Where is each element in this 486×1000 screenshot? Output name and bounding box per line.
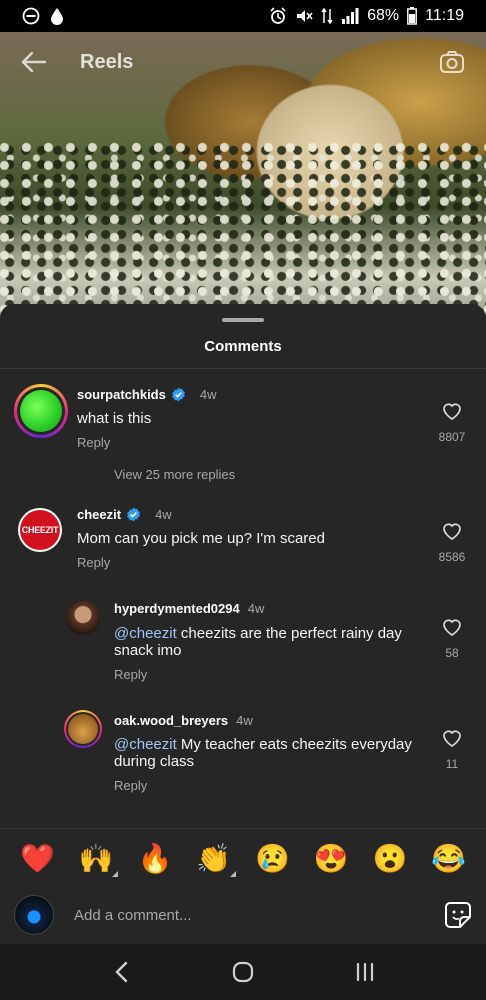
reply-text: @cheezit cheezits are the perfect rainy …	[114, 625, 402, 642]
water-drop-icon	[50, 7, 64, 25]
sticker-button[interactable]	[444, 901, 472, 929]
like-button[interactable]: 8807	[432, 402, 472, 444]
back-arrow-icon	[21, 51, 47, 73]
clock: 11:19	[425, 7, 464, 24]
avatar[interactable]: CHEEZIT	[18, 508, 62, 552]
nav-back-button[interactable]	[101, 952, 141, 992]
do-not-disturb-icon	[22, 7, 40, 25]
verified-badge-icon	[171, 387, 185, 402]
nav-recents-icon	[356, 962, 374, 982]
reply-button[interactable]: Reply	[77, 555, 110, 570]
avatar[interactable]	[14, 384, 68, 438]
timestamp: 4w	[236, 713, 253, 728]
emoji-fire[interactable]: 🔥	[135, 842, 175, 875]
reply-text-line1: My teacher eats cheezits everyday	[176, 736, 412, 753]
comment-input-row: Add a comment...	[0, 886, 486, 944]
heart-icon	[443, 730, 461, 747]
status-bar: 68% 11:19	[0, 0, 486, 32]
emoji-clap[interactable]: 👏	[194, 842, 236, 877]
emoji-clap-glyph: 👏	[196, 843, 232, 874]
emoji-heart[interactable]: ❤️	[17, 842, 57, 875]
emoji-quick-bar: ❤️ 🙌 🔥 👏 😢 😍 😮 😂	[0, 828, 486, 888]
sticker-icon	[445, 902, 471, 928]
video-foliage	[0, 142, 486, 322]
reply-header: oak.wood_breyers 4w	[114, 713, 253, 728]
username[interactable]: cheezit	[77, 507, 121, 522]
nav-back-icon	[115, 961, 128, 983]
like-button[interactable]: 11	[432, 729, 472, 771]
emoji-surprised[interactable]: 😮	[370, 842, 410, 875]
comment-input[interactable]: Add a comment...	[74, 907, 444, 924]
like-button[interactable]: 8586	[432, 522, 472, 564]
comment-header: sourpatchkids 4w	[77, 387, 216, 402]
current-user-avatar	[14, 895, 54, 935]
reply-button[interactable]: Reply	[114, 667, 147, 682]
username[interactable]: sourpatchkids	[77, 387, 166, 402]
system-nav-bar	[0, 944, 486, 1000]
nav-recents-button[interactable]	[345, 952, 385, 992]
comment-text: what is this	[77, 410, 152, 427]
emoji-heart-eyes[interactable]: 😍	[311, 842, 351, 875]
like-count: 8807	[438, 430, 466, 444]
data-icon	[321, 7, 333, 25]
reply-text-line2: snack imo	[114, 642, 182, 659]
reply-button[interactable]: Reply	[77, 435, 110, 450]
signal-icon	[341, 8, 359, 24]
mention-link[interactable]: @cheezit	[114, 736, 177, 753]
reels-header: Reels	[0, 32, 486, 92]
reel-video[interactable]: Reels	[0, 32, 486, 322]
comment-header: cheezit 4w	[77, 507, 172, 522]
timestamp: 4w	[247, 601, 265, 616]
skin-tone-indicator	[112, 871, 119, 877]
like-button[interactable]: 58	[432, 618, 472, 660]
reply-text: @cheezit My teacher eats cheezits everyd…	[114, 736, 412, 753]
emoji-crying[interactable]: 😢	[252, 842, 292, 875]
timestamp: 4w	[155, 507, 172, 522]
reply-header: hyperdymented0294 4w	[114, 601, 264, 616]
like-count: 58	[445, 646, 459, 660]
emoji-raised-hands-glyph: 🙌	[78, 843, 114, 874]
alarm-icon	[269, 7, 287, 25]
like-count: 11	[445, 757, 459, 771]
page-title: Reels	[80, 50, 134, 73]
nav-home-icon	[232, 961, 254, 983]
back-button[interactable]	[18, 46, 50, 78]
reply-text-line1: cheezits are the perfect rainy day	[176, 625, 402, 642]
like-count: 8586	[438, 550, 466, 564]
camera-icon	[440, 51, 464, 73]
emoji-raised-hands[interactable]: 🙌	[76, 842, 119, 877]
camera-button[interactable]	[436, 46, 468, 78]
sheet-title: Comments	[204, 338, 282, 355]
heart-icon	[443, 403, 461, 420]
emoji-laughing[interactable]: 😂	[429, 842, 469, 875]
battery-percentage: 68%	[367, 7, 400, 24]
sheet-drag-handle[interactable]	[222, 318, 264, 322]
view-more-replies[interactable]: View 25 more replies	[114, 467, 235, 482]
avatar[interactable]	[64, 710, 102, 748]
heart-icon	[443, 619, 461, 636]
reply-button[interactable]: Reply	[114, 778, 147, 793]
mute-icon	[295, 7, 313, 25]
verified-badge-icon	[127, 507, 141, 522]
heart-icon	[443, 523, 461, 540]
nav-home-button[interactable]	[223, 952, 263, 992]
avatar[interactable]	[66, 601, 100, 635]
battery-icon	[407, 7, 418, 25]
timestamp: 4w	[199, 387, 217, 402]
cheezit-logo-text: CHEEZIT	[21, 525, 59, 535]
username[interactable]: hyperdymented0294	[114, 601, 240, 616]
comment-text: Mom can you pick me up? I'm scared	[77, 530, 325, 547]
mention-link[interactable]: @cheezit	[114, 625, 177, 642]
reply-text-line2: during class	[114, 753, 195, 770]
divider	[0, 368, 486, 369]
skin-tone-indicator	[229, 871, 236, 877]
username[interactable]: oak.wood_breyers	[114, 713, 228, 728]
